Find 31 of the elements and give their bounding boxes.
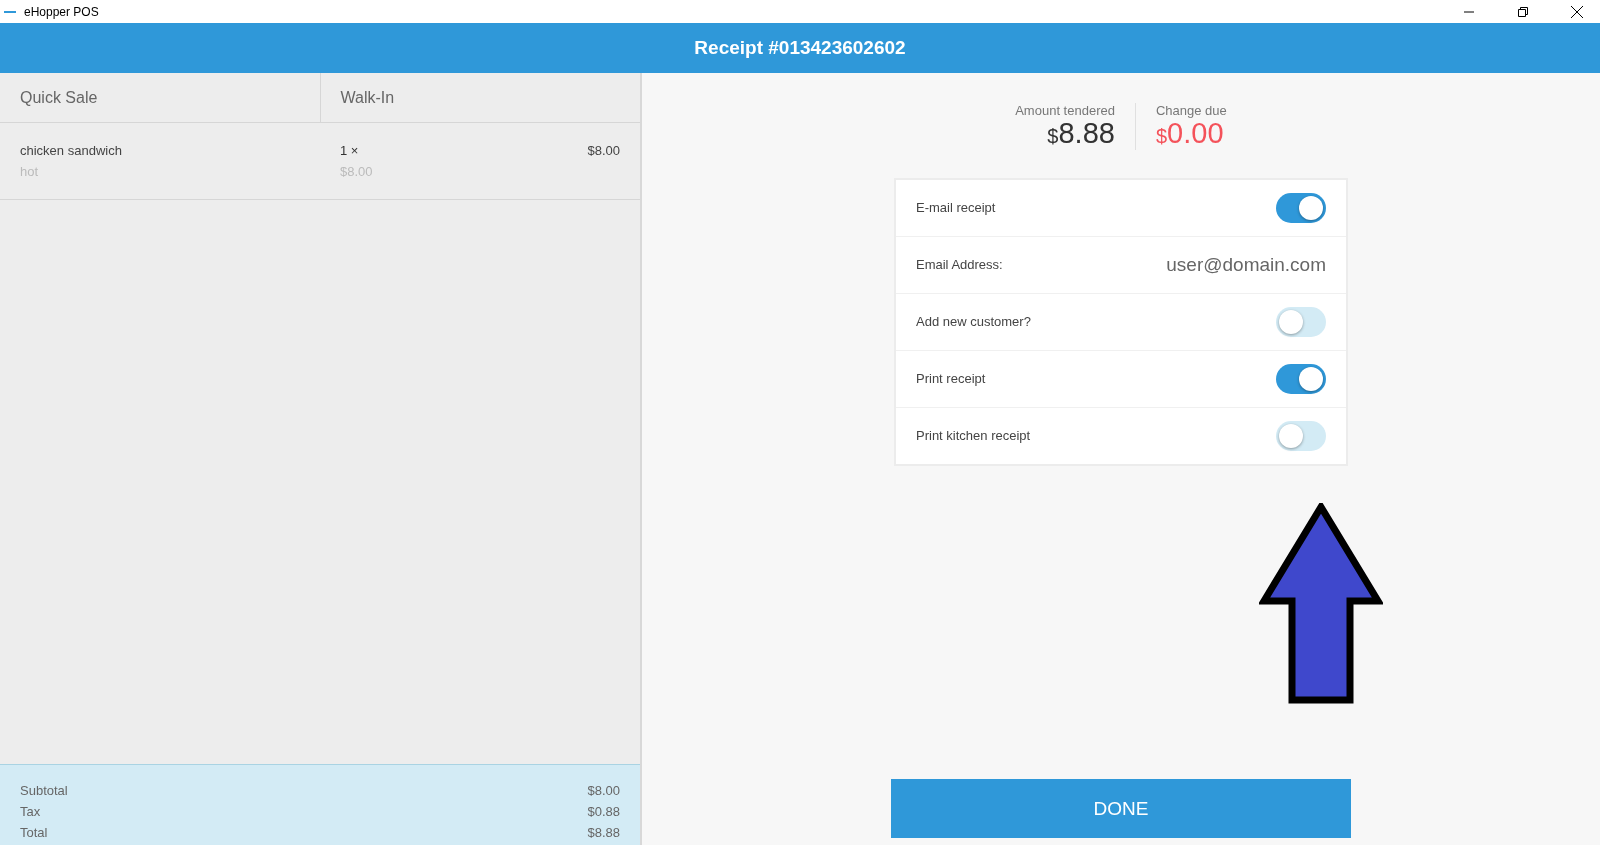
summary-label: Tax bbox=[20, 804, 42, 819]
summary-label: Total bbox=[20, 825, 49, 840]
amount-value: $8.88 bbox=[1047, 118, 1115, 150]
option-label: Print kitchen receipt bbox=[916, 428, 1031, 444]
summary-value: $8.00 bbox=[587, 783, 620, 798]
email-value[interactable]: user@domain.com bbox=[1166, 253, 1326, 276]
option-label: Email Address: bbox=[916, 257, 1003, 273]
up-arrow-icon bbox=[1259, 503, 1383, 704]
option-label: Add new customer? bbox=[916, 314, 1031, 330]
toggle-switch[interactable] bbox=[1276, 306, 1326, 337]
receipt-title: Receipt #013423602602 bbox=[694, 37, 906, 59]
amount-label: Change due bbox=[1155, 103, 1227, 118]
summary-value: $0.88 bbox=[587, 804, 620, 819]
toggle-switch[interactable] bbox=[1276, 420, 1326, 451]
column-header[interactable]: Walk-In bbox=[319, 73, 640, 122]
toggle-switch[interactable] bbox=[1276, 363, 1326, 394]
amount-value: $0.00 bbox=[1155, 118, 1224, 150]
summary-value: $8.88 bbox=[587, 825, 620, 840]
window-title: eHopper POS bbox=[24, 4, 100, 19]
option-label: E-mail receipt bbox=[916, 200, 996, 216]
done-button[interactable]: DONE bbox=[891, 779, 1351, 838]
item-quantity: 1 × bbox=[340, 143, 360, 158]
column-header[interactable]: Quick Sale bbox=[0, 73, 320, 122]
item-name: chicken sandwich bbox=[20, 143, 123, 158]
toggle-switch[interactable] bbox=[1276, 192, 1326, 223]
amount-label: Amount tendered bbox=[1015, 103, 1115, 118]
restore-icon[interactable] bbox=[1518, 6, 1528, 17]
item-price: $8.00 bbox=[587, 143, 620, 158]
option-label: Print receipt bbox=[916, 371, 986, 387]
summary-label: Subtotal bbox=[20, 783, 69, 798]
close-icon[interactable] bbox=[1571, 5, 1583, 18]
